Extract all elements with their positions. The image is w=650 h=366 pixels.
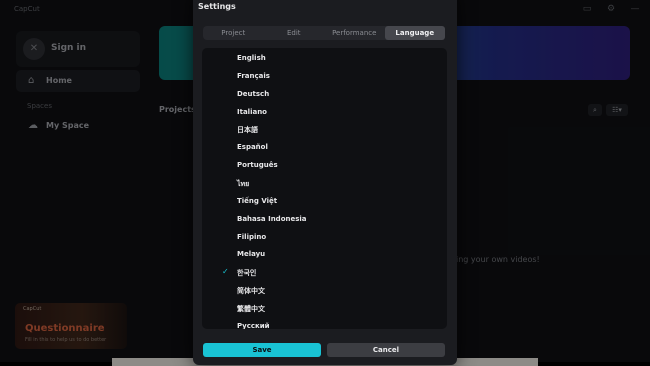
- language-option[interactable]: Italiano: [202, 105, 447, 121]
- settings-dialog: Settings Project Edit Performance Language …: [193, 0, 457, 365]
- language-label: Deutsch: [237, 89, 270, 98]
- language-label: Melayu: [237, 250, 266, 259]
- language-option[interactable]: English: [202, 51, 447, 67]
- language-label: Español: [237, 143, 268, 152]
- tab-project[interactable]: Project: [203, 26, 264, 40]
- language-option[interactable]: Melayu: [202, 247, 447, 263]
- language-option[interactable]: Русский: [202, 319, 447, 329]
- language-list[interactable]: English Français Deutsch Italiano 日本語 Español…: [202, 48, 447, 329]
- language-option[interactable]: Deutsch: [202, 87, 447, 103]
- language-option[interactable]: Español: [202, 140, 447, 156]
- check-icon: ✓: [222, 267, 229, 277]
- language-option[interactable]: ไทย: [202, 176, 447, 192]
- language-option[interactable]: 日本語: [202, 122, 447, 138]
- language-label: Filipino: [237, 232, 267, 241]
- language-label: ไทย: [237, 179, 250, 188]
- cancel-button[interactable]: Cancel: [327, 343, 445, 357]
- language-label: Tiếng Việt: [237, 196, 278, 205]
- language-label: Italiano: [237, 107, 267, 116]
- language-option[interactable]: 繁體中文: [202, 301, 447, 317]
- language-label: English: [237, 54, 266, 62]
- language-label: 简体中文: [237, 287, 265, 296]
- language-option[interactable]: Bahasa Indonesia: [202, 212, 447, 228]
- tab-language[interactable]: Language: [384, 26, 445, 40]
- language-option[interactable]: 简体中文: [202, 283, 447, 299]
- language-label: Português: [237, 161, 278, 170]
- language-label: Français: [237, 71, 270, 80]
- language-option[interactable]: Tiếng Việt: [202, 194, 447, 210]
- language-option[interactable]: Filipino: [202, 230, 447, 246]
- dialog-title: Settings: [198, 2, 236, 11]
- language-label: 繁體中文: [237, 304, 265, 313]
- tab-performance[interactable]: Performance: [324, 26, 385, 40]
- language-label: Bahasa Indonesia: [237, 214, 307, 223]
- language-label: 日本語: [237, 126, 258, 135]
- language-option[interactable]: Français: [202, 69, 447, 85]
- language-option[interactable]: Português: [202, 158, 447, 174]
- language-label: Русский: [237, 321, 270, 329]
- tab-edit[interactable]: Edit: [264, 26, 325, 40]
- language-label: 한국인: [237, 269, 257, 278]
- save-button[interactable]: Save: [203, 343, 321, 357]
- language-option[interactable]: ✓ 한국인: [202, 265, 447, 281]
- settings-tabs: Project Edit Performance Language: [203, 26, 445, 40]
